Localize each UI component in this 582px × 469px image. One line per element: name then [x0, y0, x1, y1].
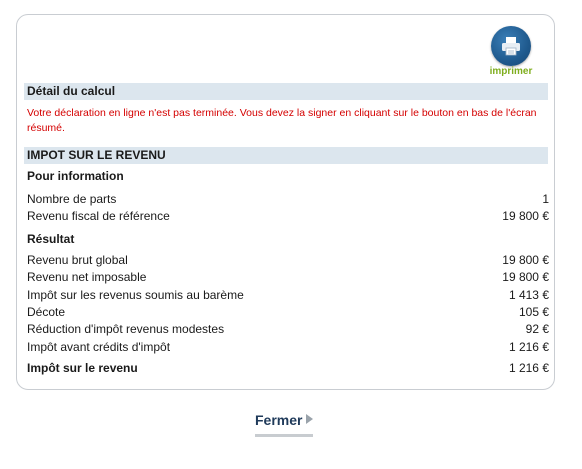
info-row: Nombre de parts 1 — [27, 191, 549, 208]
calculation-detail-panel: imprimer Détail du calcul Votre déclarat… — [16, 14, 555, 390]
row-value: 1 413 € — [508, 288, 549, 302]
row-label: Revenu brut global — [27, 253, 128, 267]
row-label: Réduction d'impôt revenus modestes — [27, 322, 225, 336]
close-button-label: Fermer — [255, 412, 303, 428]
row-label: Impôt avant crédits d'impôt — [27, 340, 171, 354]
row-value: 92 € — [525, 322, 549, 336]
print-label: imprimer — [489, 66, 533, 77]
row-value: 1 216 € — [508, 340, 549, 354]
income-tax-total-row: Impôt sur le revenu 1 216 € — [27, 360, 549, 377]
printer-icon — [491, 26, 531, 66]
row-value: 19 800 € — [502, 253, 549, 267]
row-label: Revenu net imposable — [27, 270, 147, 284]
row-value: 1 — [542, 192, 549, 206]
unsigned-declaration-warning: Votre déclaration en ligne n'est pas ter… — [27, 107, 537, 134]
income-tax-section-header: IMPOT SUR LE REVENU — [24, 147, 548, 164]
info-subheading: Pour information — [27, 169, 124, 183]
row-label: Nombre de parts — [27, 192, 117, 206]
close-button[interactable]: Fermer — [255, 412, 314, 437]
result-row: Revenu brut global 19 800 € — [27, 252, 549, 269]
result-row: Impôt sur les revenus soumis au barème 1… — [27, 287, 549, 304]
total-value: 1 216 € — [508, 361, 549, 375]
total-label: Impôt sur le revenu — [27, 361, 138, 375]
result-row: Revenu net imposable 19 800 € — [27, 269, 549, 286]
print-button[interactable]: imprimer — [486, 26, 536, 80]
arrow-right-icon — [306, 414, 314, 424]
row-label: Décote — [27, 305, 66, 319]
detail-section-header: Détail du calcul — [24, 83, 548, 100]
info-row: Revenu fiscal de référence 19 800 € — [27, 208, 549, 225]
result-row: Décote 105 € — [27, 304, 549, 321]
row-label: Impôt sur les revenus soumis au barème — [27, 288, 244, 302]
row-label: Revenu fiscal de référence — [27, 209, 170, 223]
row-value: 19 800 € — [502, 209, 549, 223]
row-value: 19 800 € — [502, 270, 549, 284]
result-row: Impôt avant crédits d'impôt 1 216 € — [27, 339, 549, 356]
row-value: 105 € — [518, 305, 549, 319]
result-row: Réduction d'impôt revenus modestes 92 € — [27, 321, 549, 338]
result-subheading: Résultat — [27, 232, 75, 246]
